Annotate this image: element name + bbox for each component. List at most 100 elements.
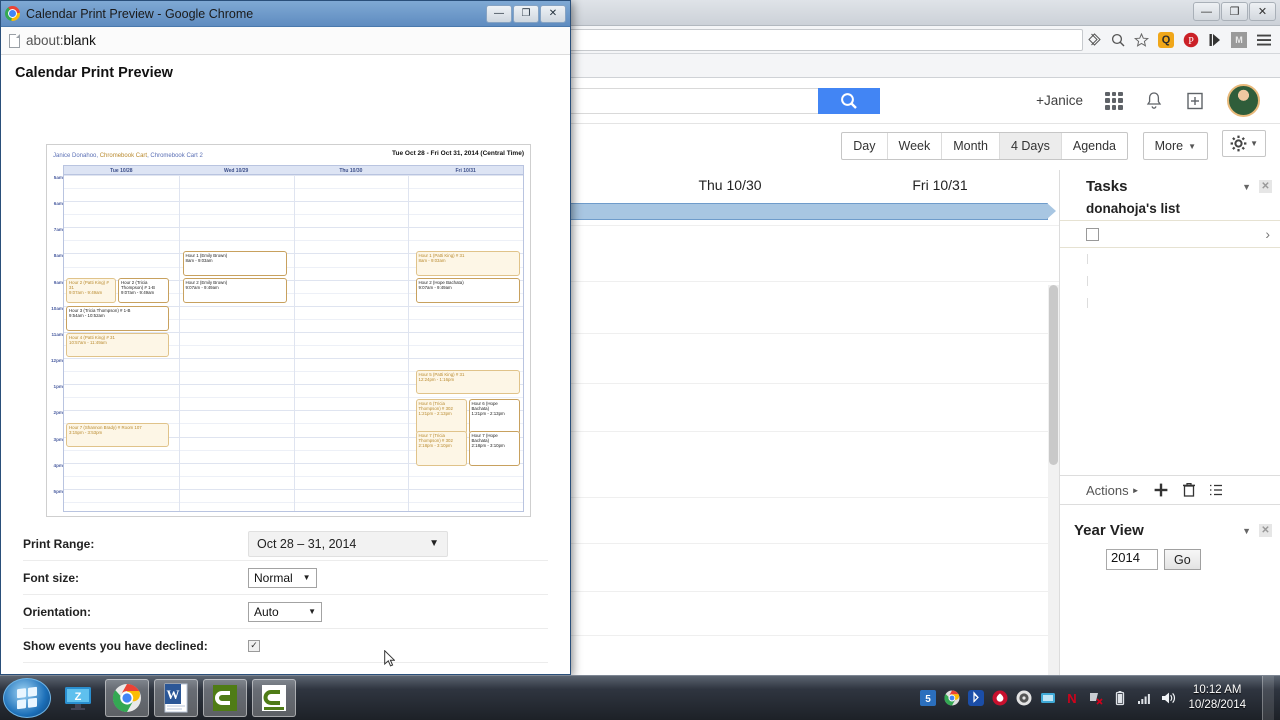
svg-text:W: W <box>167 687 180 702</box>
font-size-row: Font size: Normal ▼ <box>23 561 548 595</box>
close-button[interactable]: ✕ <box>1249 2 1276 21</box>
search-button[interactable] <box>818 88 880 114</box>
preview-calendar-event: Hour 6 (Tricia Thompson) # 302 1:21pm - 2… <box>415 399 467 434</box>
bookmark-star-icon[interactable] <box>1134 32 1149 47</box>
pinterest-extension-icon[interactable]: P <box>1183 32 1199 48</box>
year-view-controls: 2014 Go <box>1060 543 1280 570</box>
address-text: about:blank <box>26 33 96 48</box>
spotify-icon[interactable] <box>1016 690 1032 706</box>
print-range-value: Oct 28 – 31, 2014 <box>257 536 357 551</box>
close-icon[interactable]: ✕ <box>1259 180 1272 193</box>
bell-icon[interactable] <box>1145 91 1163 111</box>
tab-agenda[interactable]: Agenda <box>1062 133 1127 159</box>
tasks-list-name: donahoja's list <box>1060 199 1280 221</box>
svg-text:Z: Z <box>75 691 82 703</box>
search-icon <box>841 93 857 109</box>
tab-month[interactable]: Month <box>942 133 1000 159</box>
network-disconnected-icon[interactable] <box>1088 690 1104 706</box>
orientation-select[interactable]: Auto ▼ <box>248 601 322 622</box>
print-preview-address-bar[interactable]: about:blank <box>1 27 570 55</box>
word-taskbar-icon[interactable]: W <box>154 679 198 717</box>
actions-menu[interactable]: Actions ► <box>1086 483 1140 498</box>
bluetooth-icon[interactable] <box>968 690 985 706</box>
more-views-button[interactable]: More ▼ <box>1142 132 1208 160</box>
preview-calendar-event: Hour 1 (Patti King) # 31 8am - 9:03am <box>415 251 520 276</box>
close-button[interactable]: ✕ <box>540 4 566 23</box>
chevron-right-icon[interactable]: › <box>1265 226 1270 242</box>
mega-extension-icon[interactable] <box>1208 33 1222 47</box>
go-button[interactable]: Go <box>1164 549 1201 570</box>
year-input[interactable]: 2014 <box>1106 549 1158 570</box>
preview-time-label: 4pm <box>53 462 63 468</box>
camtasia-recorder-taskbar-icon[interactable] <box>252 679 296 717</box>
svg-text:P: P <box>1188 36 1194 47</box>
minimize-button[interactable]: — <box>1193 2 1220 21</box>
maximize-button[interactable]: ❐ <box>1221 2 1248 21</box>
year-view-header: Year View ▼ ✕ <box>1060 514 1280 543</box>
minimize-button[interactable]: — <box>486 4 512 23</box>
print-preview-titlebar: Calendar Print Preview - Google Chrome —… <box>1 1 570 27</box>
taskbar-clock[interactable]: 10:12 AM 10/28/2014 <box>1184 683 1254 713</box>
print-range-label: Print Range: <box>23 536 95 551</box>
zoom-taskbar-icon[interactable]: Z <box>56 679 100 717</box>
preview-event-canvas: Hour 1 (Emily Brown) 8am - 9:03am Hour 1 (… <box>64 175 524 512</box>
task-checkbox[interactable] <box>1086 227 1099 241</box>
chrome-taskbar-icon[interactable] <box>105 679 149 717</box>
screen-tray-icon[interactable] <box>1040 690 1056 706</box>
black-white-row: Black and white: <box>23 663 548 674</box>
camtasia-studio-taskbar-icon[interactable] <box>203 679 247 717</box>
windows-start-icon[interactable] <box>3 678 51 718</box>
zoom-icon[interactable] <box>1111 33 1125 47</box>
chrome-menu-icon[interactable] <box>1256 33 1272 47</box>
pocket-extension-icon[interactable]: M <box>1231 31 1247 48</box>
svg-text:5: 5 <box>926 694 932 705</box>
orientation-value: Auto <box>254 604 279 619</box>
calendar-scrollbar[interactable] <box>1048 285 1059 675</box>
settings-button[interactable]: ▼ <box>1222 130 1266 157</box>
battery-icon[interactable] <box>1112 690 1128 706</box>
tab-week[interactable]: Week <box>888 133 943 159</box>
chevron-down-icon[interactable]: ▼ <box>1242 182 1251 192</box>
signal-icon[interactable] <box>1136 690 1152 706</box>
close-icon[interactable]: ✕ <box>1259 524 1272 537</box>
preview-event-time: 9:07am - 9:49am <box>69 290 103 296</box>
avatar[interactable] <box>1227 84 1260 117</box>
tab-day[interactable]: Day <box>842 133 888 159</box>
print-preview-window: Calendar Print Preview - Google Chrome —… <box>0 0 571 675</box>
orientation-label: Orientation: <box>23 604 91 619</box>
gear-icon <box>1230 135 1247 152</box>
font-size-select[interactable]: Normal ▼ <box>248 567 317 588</box>
norton-icon[interactable]: N <box>1064 690 1080 706</box>
account-name[interactable]: +Janice <box>1036 93 1083 108</box>
show-desktop-button[interactable] <box>1262 675 1274 720</box>
task-item[interactable]: › <box>1060 221 1280 248</box>
cal-name-2: Chromebook Cart <box>99 153 148 159</box>
omnibox-icons: Q P M <box>1087 31 1280 48</box>
print-range-select[interactable]: Oct 28 – 31, 2014 ▼ <box>248 530 448 557</box>
page-actions-icon[interactable] <box>1087 33 1102 46</box>
preview-time-label: 12pm <box>50 358 63 364</box>
dropbox-icon[interactable] <box>992 690 1008 706</box>
delete-task-icon[interactable] <box>1182 482 1196 498</box>
calendar-preview: Janice Donahoo, Chromebook Cart, Chromeb… <box>46 144 531 517</box>
apps-grid-icon[interactable] <box>1105 91 1123 110</box>
preview-event-title: Hour 7 (Hope Bachata) <box>471 433 498 444</box>
preview-event-title: Hour 2 (Patti King) # 31 <box>69 280 109 291</box>
chevron-down-icon: ▼ <box>1188 141 1196 151</box>
task-list-icon[interactable] <box>1209 483 1226 497</box>
share-box-icon[interactable] <box>1185 91 1205 111</box>
print-settings-form: Print Range: Oct 28 – 31, 2014 ▼ Font si… <box>23 527 548 674</box>
show-declined-checkbox[interactable]: ✓ <box>248 639 260 652</box>
volume-icon[interactable] <box>1160 690 1176 706</box>
chrome-tray-icon[interactable] <box>944 690 960 706</box>
chevron-down-icon: ▼ <box>1250 139 1258 148</box>
preview-event-time: 10:57am - 11:49am <box>69 340 107 346</box>
quizlet-extension-icon[interactable]: Q <box>1158 31 1174 48</box>
chevron-down-icon[interactable]: ▼ <box>1242 526 1251 536</box>
add-task-icon[interactable] <box>1153 482 1169 498</box>
html5-icon[interactable]: 5 <box>920 690 937 706</box>
tab-4-days[interactable]: 4 Days <box>999 133 1062 159</box>
show-declined-label: Show events you have declined: <box>23 638 208 653</box>
preview-event-time: 9:54am - 10:52am <box>69 313 105 319</box>
maximize-button[interactable]: ❐ <box>513 4 539 23</box>
